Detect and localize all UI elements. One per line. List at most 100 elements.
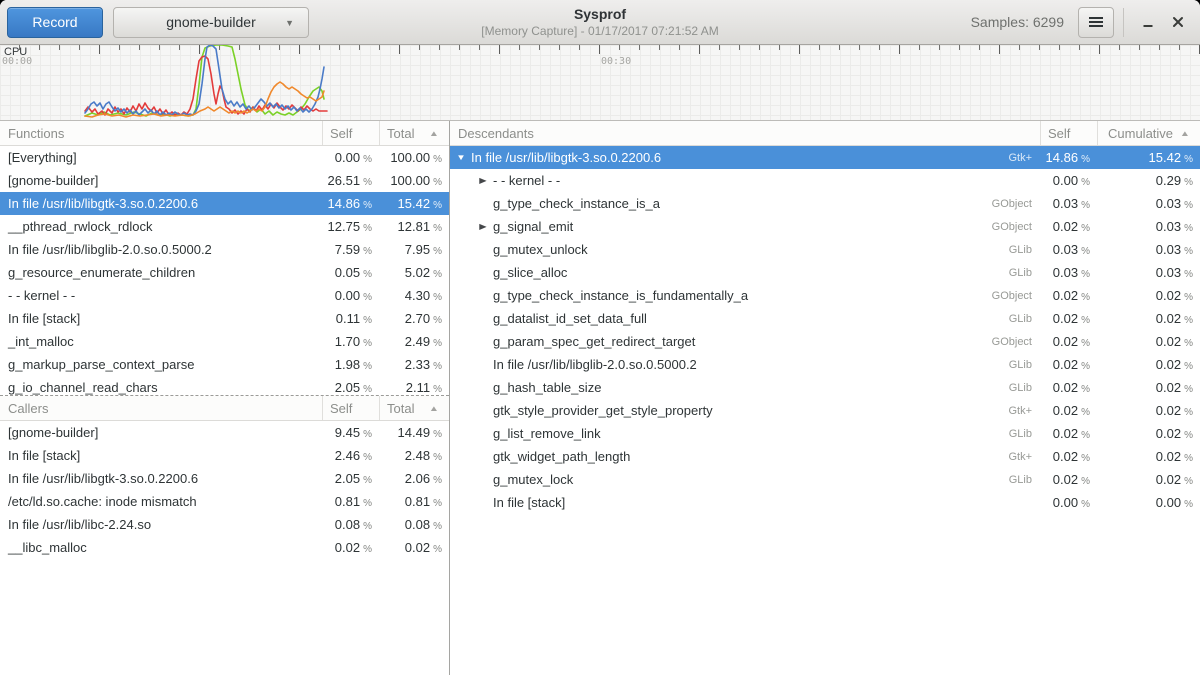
functions-table-row[interactable]: g_markup_parse_context_parse 1.98% 2.33% — [0, 353, 449, 376]
target-process-dropdown[interactable]: gnome-builder ▼ — [113, 7, 309, 38]
callers-table-row[interactable]: __libc_malloc 0.02% 0.02% — [0, 536, 449, 559]
total-percent: 12.81% — [379, 219, 449, 234]
descendants-table-row[interactable]: gtk_widget_path_length Gtk+ 0.02% 0.02% — [450, 445, 1200, 468]
library-tag: GLib — [1009, 382, 1040, 394]
function-name: In file [stack] — [0, 311, 322, 326]
descendants-table-row[interactable]: ▶ g_signal_emit GObject 0.02% 0.03% — [450, 215, 1200, 238]
descendants-table-row[interactable]: g_datalist_id_set_data_full GLib 0.02% 0… — [450, 307, 1200, 330]
self-percent: 26.51% — [322, 173, 379, 188]
self-percent: 0.03% — [1040, 196, 1097, 211]
cumulative-percent: 0.02% — [1097, 357, 1200, 372]
descendant-name: - - kernel - - — [493, 173, 560, 188]
cumulative-percent: 0.02% — [1097, 311, 1200, 326]
functions-table-row[interactable]: [gnome-builder] 26.51% 100.00% — [0, 169, 449, 192]
total-percent: 0.81% — [379, 494, 449, 509]
functions-table-row[interactable]: _int_malloc 1.70% 2.49% — [0, 330, 449, 353]
callers-table-row[interactable]: /etc/ld.so.cache: inode mismatch 0.81% 0… — [0, 490, 449, 513]
record-button[interactable]: Record — [7, 7, 103, 38]
minimize-button[interactable] — [1133, 7, 1163, 38]
descendant-name: g_list_remove_link — [493, 426, 601, 441]
callers-total-column-header[interactable]: Total ▲ — [379, 396, 449, 420]
total-percent: 0.02% — [379, 540, 449, 555]
functions-table-row[interactable]: g_resource_enumerate_children 0.05% 5.02… — [0, 261, 449, 284]
total-percent: 2.11% — [379, 380, 449, 395]
sort-ascending-icon: ▲ — [429, 129, 439, 138]
menu-button[interactable] — [1078, 7, 1114, 38]
self-percent: 12.75% — [322, 219, 379, 234]
self-percent: 0.00% — [322, 288, 379, 303]
callers-table-row[interactable]: [gnome-builder] 9.45% 14.49% — [0, 421, 449, 444]
descendants-table-row[interactable]: ▶ - - kernel - - 0.00% 0.29% — [450, 169, 1200, 192]
descendants-table-row[interactable]: g_mutex_lock GLib 0.02% 0.02% — [450, 468, 1200, 491]
descendants-table-row[interactable]: g_type_check_instance_is_a GObject 0.03%… — [450, 192, 1200, 215]
descendants-table-row[interactable]: g_hash_table_size GLib 0.02% 0.02% — [450, 376, 1200, 399]
callers-self-column-header[interactable]: Self — [322, 396, 379, 420]
caller-name: [gnome-builder] — [0, 425, 322, 440]
functions-table-row[interactable]: In file [stack] 0.11% 2.70% — [0, 307, 449, 330]
functions-list: [Everything] 0.00% 100.00% [gnome-builde… — [0, 146, 449, 396]
descendant-name: gtk_style_provider_get_style_property — [493, 403, 713, 418]
self-percent: 0.02% — [1040, 334, 1097, 349]
descendant-name: gtk_widget_path_length — [493, 449, 630, 464]
functions-table-row[interactable]: g_io_channel_read_chars 2.05% 2.11% — [0, 376, 449, 396]
library-tag: Gtk+ — [1008, 152, 1040, 164]
descendants-table-row[interactable]: ▼ In file /usr/lib/libgtk-3.so.0.2200.6 … — [450, 146, 1200, 169]
descendants-list: ▼ In file /usr/lib/libgtk-3.so.0.2200.6 … — [450, 146, 1200, 514]
sysprof-window: Sysprof [Memory Capture] - 01/17/2017 07… — [0, 0, 1200, 675]
functions-column-header[interactable]: Functions — [0, 126, 322, 141]
minimize-icon — [1140, 14, 1156, 30]
self-percent: 1.98% — [322, 357, 379, 372]
descendants-cumulative-column-header[interactable]: Cumulative ▲ — [1097, 121, 1200, 145]
close-button[interactable] — [1163, 7, 1193, 38]
descendants-table-row[interactable]: g_mutex_unlock GLib 0.03% 0.03% — [450, 238, 1200, 261]
expander-icon[interactable]: ▶ — [476, 176, 490, 185]
descendant-name: g_mutex_unlock — [493, 242, 588, 257]
callers-table-row[interactable]: In file /usr/lib/libgtk-3.so.0.2200.6 2.… — [0, 467, 449, 490]
descendants-table-row[interactable]: g_slice_alloc GLib 0.03% 0.03% — [450, 261, 1200, 284]
cpu-timeline-graph[interactable]: CPU 00:00 00:30 — [0, 45, 1200, 121]
callers-table-row[interactable]: In file [stack] 2.46% 2.48% — [0, 444, 449, 467]
total-percent: 100.00% — [379, 150, 449, 165]
total-percent: 100.00% — [379, 173, 449, 188]
descendant-name: g_slice_alloc — [493, 265, 567, 280]
self-percent: 0.81% — [322, 494, 379, 509]
functions-self-column-header[interactable]: Self — [322, 121, 379, 145]
function-name: [gnome-builder] — [0, 173, 322, 188]
descendants-table-row[interactable]: gtk_style_provider_get_style_property Gt… — [450, 399, 1200, 422]
descendants-table-row[interactable]: g_type_check_instance_is_fundamentally_a… — [450, 284, 1200, 307]
self-percent: 0.02% — [1040, 426, 1097, 441]
cumulative-percent: 0.02% — [1097, 380, 1200, 395]
library-tag: GObject — [992, 336, 1040, 348]
functions-table-row[interactable]: In file /usr/lib/libglib-2.0.so.0.5000.2… — [0, 238, 449, 261]
right-pane: Descendants Self Cumulative ▲ ▼ In file … — [450, 121, 1200, 675]
descendants-table-row[interactable]: In file /usr/lib/libglib-2.0.so.0.5000.2… — [450, 353, 1200, 376]
functions-table-row[interactable]: In file /usr/lib/libgtk-3.so.0.2200.6 14… — [0, 192, 449, 215]
left-pane: Functions Self Total ▲ [Everything] 0.00… — [0, 121, 450, 675]
functions-table-row[interactable]: [Everything] 0.00% 100.00% — [0, 146, 449, 169]
descendants-table-row[interactable]: In file [stack] 0.00% 0.00% — [450, 491, 1200, 514]
expander-icon[interactable]: ▼ — [454, 153, 468, 162]
descendants-self-column-header[interactable]: Self — [1040, 121, 1097, 145]
cumulative-percent: 0.03% — [1097, 196, 1200, 211]
self-percent: 0.02% — [1040, 403, 1097, 418]
expander-icon[interactable]: ▶ — [476, 222, 490, 231]
functions-total-column-header[interactable]: Total ▲ — [379, 121, 449, 145]
descendant-name: g_signal_emit — [493, 219, 573, 234]
descendants-table-row[interactable]: g_param_spec_get_redirect_target GObject… — [450, 330, 1200, 353]
library-tag: GLib — [1009, 313, 1040, 325]
function-name: - - kernel - - — [0, 288, 322, 303]
descendants-column-header[interactable]: Descendants — [450, 126, 1040, 141]
functions-table-row[interactable]: - - kernel - - 0.00% 4.30% — [0, 284, 449, 307]
function-name: In file /usr/lib/libgtk-3.so.0.2200.6 — [0, 196, 322, 211]
functions-table-row[interactable]: __pthread_rwlock_rdlock 12.75% 12.81% — [0, 215, 449, 238]
callers-table-row[interactable]: In file /usr/lib/libc-2.24.so 0.08% 0.08… — [0, 513, 449, 536]
caller-name: In file /usr/lib/libgtk-3.so.0.2200.6 — [0, 471, 322, 486]
callers-column-header[interactable]: Callers — [0, 401, 322, 416]
close-icon — [1170, 14, 1186, 30]
function-name: g_io_channel_read_chars — [0, 380, 322, 395]
descendants-table-row[interactable]: g_list_remove_link GLib 0.02% 0.02% — [450, 422, 1200, 445]
self-percent: 0.11% — [322, 311, 379, 326]
function-name: g_resource_enumerate_children — [0, 265, 322, 280]
function-name: _int_malloc — [0, 334, 322, 349]
caller-name: In file /usr/lib/libc-2.24.so — [0, 517, 322, 532]
